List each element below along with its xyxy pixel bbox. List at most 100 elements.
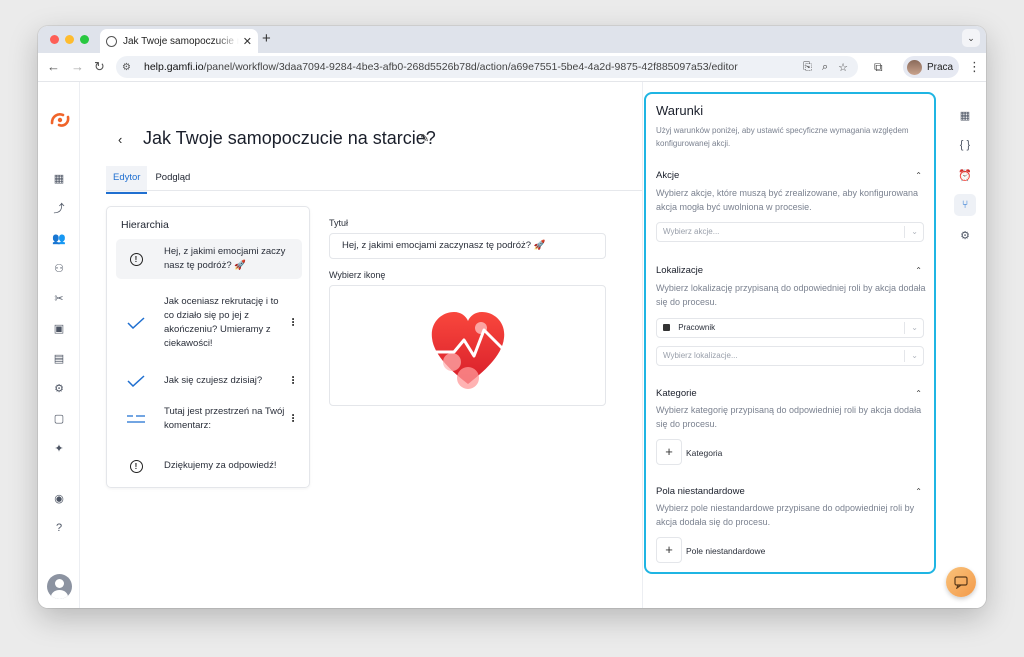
text-lines-icon	[127, 415, 145, 423]
hierarchy-heading: Hierarchia	[121, 219, 169, 231]
browser-tabbar: Jak Twoje samopoczucie na starcie? ✕ + ⌄	[38, 26, 986, 53]
gamfi-logo[interactable]	[48, 110, 72, 130]
url-text: help.gamfi.io/panel/workflow/3daa7094-92…	[144, 61, 738, 73]
browser-tab[interactable]: Jak Twoje samopoczucie na starcie? ✕	[100, 29, 258, 53]
chat-support-button[interactable]	[946, 567, 976, 597]
alert-circle-icon: !	[129, 459, 143, 473]
new-tab-button[interactable]: +	[262, 30, 271, 47]
user-avatar[interactable]	[47, 574, 72, 599]
forward-arrow-icon[interactable]: →	[71, 59, 84, 74]
locations-selected-chip[interactable]: Pracownik ⌄	[656, 318, 924, 338]
custom-fields-section-heading[interactable]: Pola niestandardowe	[656, 486, 745, 497]
puzzle-icon[interactable]: ✦	[52, 441, 66, 455]
tab-search-chevron-icon[interactable]: ⌄	[962, 29, 980, 47]
browser-menu-icon[interactable]: ⋮	[968, 59, 981, 75]
title-label: Tytuł	[329, 218, 349, 228]
custom-fields-section-description: Wybierz pole niestandardowe przypisane d…	[656, 503, 915, 527]
more-options-icon[interactable]: ⋮	[288, 318, 298, 329]
more-options-icon[interactable]: ⋮	[288, 414, 298, 425]
app-content: ▦ ⤴ 👥 ⚇ ✂ ▣ ▤ ⚙ ▢ ✦ ◉ ? ‹ Jak Twoje samo…	[38, 82, 986, 608]
hierarchy-item-text: Dziękujemy za odpowiedź!	[164, 460, 277, 471]
code-braces-icon[interactable]: { }	[954, 134, 976, 156]
close-window-button[interactable]	[50, 35, 59, 44]
users-icon[interactable]: 👥	[52, 231, 66, 245]
dashboard-icon[interactable]: ▦	[52, 171, 66, 185]
conditions-panel: Warunki Użyj warunków poniżej, aby ustaw…	[644, 92, 936, 574]
site-settings-icon[interactable]: ⚙	[122, 62, 136, 73]
reload-icon[interactable]: ↻	[94, 59, 105, 75]
back-chevron-icon[interactable]: ‹	[118, 132, 122, 147]
page-title: Jak Twoje samopoczucie na starcie?	[143, 128, 436, 148]
locations-select[interactable]: Wybierz lokalizacje... ⌄	[656, 346, 924, 366]
left-sidebar: ▦ ⤴ 👥 ⚇ ✂ ▣ ▤ ⚙ ▢ ✦ ◉ ?	[38, 82, 80, 608]
document-icon[interactable]: ▢	[52, 411, 66, 425]
icon-picker-label: Wybierz ikonę	[329, 270, 386, 280]
maximize-window-button[interactable]	[80, 35, 89, 44]
locations-select-placeholder: Wybierz lokalizacje...	[663, 351, 738, 360]
tools-icon[interactable]: ✂	[52, 291, 66, 305]
hierarchy-item-text: Hej, z jakimi emocjami zaczy nasz tę pod…	[164, 246, 286, 271]
alarm-icon[interactable]: ⏰	[954, 164, 976, 186]
help-icon[interactable]: ?	[52, 521, 66, 535]
actions-select[interactable]: Wybierz akcje... ⌄	[656, 222, 924, 242]
right-rail: ▦ { } ⏰ ⑂ ⚙	[946, 82, 986, 608]
conditions-branch-icon[interactable]: ⑂	[954, 194, 976, 216]
extensions-icon[interactable]: ⧉	[874, 60, 883, 75]
profile-avatar	[907, 59, 922, 75]
more-options-icon[interactable]: ⋮	[288, 376, 298, 387]
hierarchy-item[interactable]: ! Hej, z jakimi emocjami zaczy nasz tę p…	[116, 239, 302, 279]
locations-selected-value: Pracownik	[678, 323, 716, 332]
location-badge-icon	[663, 324, 670, 332]
categories-section-heading[interactable]: Kategorie	[656, 388, 697, 399]
account-icon[interactable]: ◉	[52, 491, 66, 505]
chat-bubble-icon	[954, 575, 968, 589]
conditions-heading: Warunki	[656, 103, 704, 118]
hierarchy-item[interactable]: Jak się czujesz dzisiaj? ⋮	[116, 367, 302, 395]
back-arrow-icon[interactable]: ←	[47, 59, 60, 74]
hierarchy-item[interactable]: ! Dziękujemy za odpowiedź!	[116, 452, 302, 480]
address-bar[interactable]: ⚙ help.gamfi.io/panel/workflow/3daa7094-…	[116, 56, 858, 78]
add-custom-field-button[interactable]: +	[656, 537, 682, 563]
hierarchy-item-text: Jak oceniasz rekrutację i to co działo s…	[164, 296, 279, 349]
profile-button[interactable]: Praca	[903, 56, 959, 78]
categories-section-description: Wybierz kategorię przypisaną do odpowied…	[656, 405, 922, 429]
actions-select-placeholder: Wybierz akcje...	[663, 227, 720, 236]
browser-toolbar: ← → ↻ ⚙ help.gamfi.io/panel/workflow/3da…	[38, 53, 986, 82]
hierarchy-item[interactable]: Tutaj jest przestrzeń na Twój komentarz:…	[116, 404, 302, 434]
edit-pencil-icon[interactable]: ✎	[420, 132, 429, 145]
calendar-icon[interactable]: ▣	[52, 321, 66, 335]
minimize-window-button[interactable]	[65, 35, 74, 44]
title-input[interactable]: Hej, z jakimi emocjami zaczynasz tę podr…	[329, 233, 606, 259]
actions-section-heading[interactable]: Akcje	[656, 170, 679, 181]
locations-section-heading[interactable]: Lokalizacje	[656, 265, 703, 276]
install-app-icon[interactable]: ⎘	[803, 61, 812, 74]
profile-name: Praca	[927, 61, 954, 73]
clipboard-icon[interactable]: ▤	[52, 351, 66, 365]
add-category-button[interactable]: +	[656, 439, 682, 465]
settings-icon[interactable]: ⚙	[52, 381, 66, 395]
chevron-up-icon[interactable]: ⌃	[915, 487, 922, 496]
gear-icon[interactable]: ⚙	[954, 224, 976, 246]
globe-icon	[106, 35, 117, 47]
check-icon	[127, 375, 145, 387]
browser-tab-title: Jak Twoje samopoczucie na starcie?	[123, 35, 239, 47]
icon-picker[interactable]	[329, 285, 606, 406]
chevron-down-icon: ⌄	[911, 323, 918, 332]
chevron-down-icon: ⌄	[911, 351, 918, 360]
hierarchy-item-text: Jak się czujesz dzisiaj?	[164, 375, 263, 386]
hierarchy-card: Hierarchia ! Hej, z jakimi emocjami zacz…	[106, 206, 310, 488]
structure-icon[interactable]: ⚇	[52, 261, 66, 275]
check-icon	[127, 317, 145, 329]
chevron-up-icon[interactable]: ⌃	[915, 389, 922, 398]
layout-grid-icon[interactable]: ▦	[954, 104, 976, 126]
chevron-down-icon: ⌄	[911, 227, 918, 236]
hierarchy-item[interactable]: Jak oceniasz rekrutację i to co działo s…	[116, 293, 302, 353]
browser-window: Jak Twoje samopoczucie na starcie? ✕ + ⌄…	[38, 26, 986, 608]
zoom-icon[interactable]: ⌕	[822, 61, 828, 74]
bookmark-star-icon[interactable]: ☆	[838, 61, 848, 74]
workflow-icon[interactable]: ⤴	[52, 201, 66, 215]
chevron-up-icon[interactable]: ⌃	[915, 171, 922, 180]
chevron-up-icon[interactable]: ⌃	[915, 266, 922, 275]
close-tab-icon[interactable]: ✕	[243, 35, 252, 48]
actions-section-description: Wybierz akcje, które muszą być zrealizow…	[656, 188, 919, 212]
